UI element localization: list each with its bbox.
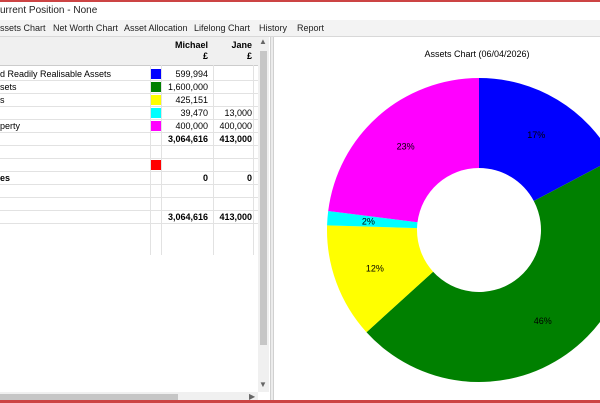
jane-value: 400,000 — [219, 121, 252, 131]
row-label: d Readily Realisable Assets — [0, 69, 112, 79]
color-swatch[interactable] — [151, 95, 161, 105]
color-swatch[interactable] — [151, 160, 161, 170]
table-row[interactable] — [0, 146, 258, 159]
michael-value: 1,600,000 — [167, 82, 208, 92]
table-row[interactable]: s 425,151 — [0, 94, 258, 107]
column-header-michael[interactable]: Michael £ — [162, 40, 208, 62]
color-swatch[interactable] — [151, 108, 161, 118]
table-row[interactable]: perty 400,000 400,000 — [0, 120, 258, 133]
tab-lifelong-chart[interactable]: Lifelong Chart — [194, 23, 250, 33]
table-row[interactable]: es 0 0 — [0, 172, 258, 185]
tab-history[interactable]: History — [259, 23, 287, 33]
michael-value: 599,994 — [175, 69, 208, 79]
row-label: perty — [0, 121, 21, 131]
assets-donut-chart: 17% 46% 12% 2% 23% — [327, 78, 600, 382]
table-row[interactable]: d Readily Realisable Assets 599,994 — [0, 68, 258, 81]
slice-label: 12% — [366, 263, 384, 273]
tab-bar: ssets Chart Net Worth Chart Asset Alloca… — [0, 20, 600, 37]
color-swatch[interactable] — [151, 69, 161, 79]
michael-value: 3,064,616 — [167, 212, 208, 222]
tab-assets-chart[interactable]: ssets Chart — [0, 23, 46, 33]
color-swatch[interactable] — [151, 121, 161, 131]
jane-value: 13,000 — [224, 108, 252, 118]
table-row[interactable]: 3,064,616 413,000 — [0, 211, 258, 224]
vertical-scrollbar[interactable]: ▲ ▼ — [258, 37, 269, 392]
slice-label: 23% — [397, 142, 415, 152]
vertical-scroll-thumb[interactable] — [260, 51, 267, 345]
slice-label: 46% — [534, 316, 552, 326]
row-label: s — [0, 95, 5, 105]
row-label: es — [0, 173, 11, 183]
jane-value: 413,000 — [219, 134, 252, 144]
table-row[interactable] — [0, 185, 258, 198]
table-row[interactable]: 3,064,616 413,000 — [0, 133, 258, 146]
slice-label: 2% — [362, 216, 375, 226]
title-bar: urrent Position - None — [0, 0, 600, 20]
michael-value: 39,470 — [180, 108, 208, 118]
column-header-jane[interactable]: Jane £ — [214, 40, 252, 62]
michael-value: 400,000 — [175, 121, 208, 131]
color-swatch[interactable] — [151, 82, 161, 92]
jane-value: 413,000 — [219, 212, 252, 222]
tab-net-worth-chart[interactable]: Net Worth Chart — [53, 23, 118, 33]
table-row[interactable] — [0, 198, 258, 211]
position-table-pane: Michael £ Jane £ d Readily Realisable As… — [0, 37, 270, 403]
window-title: urrent Position - None — [0, 5, 98, 16]
scroll-up-icon[interactable]: ▲ — [259, 37, 267, 46]
slice-label: 17% — [527, 130, 545, 140]
michael-value: 3,064,616 — [167, 134, 208, 144]
table-row[interactable]: sets 1,600,000 — [0, 81, 258, 94]
tab-asset-allocation[interactable]: Asset Allocation — [124, 23, 188, 33]
table-row[interactable]: 39,470 13,000 — [0, 107, 258, 120]
michael-value: 425,151 — [175, 95, 208, 105]
scroll-down-icon[interactable]: ▼ — [259, 380, 267, 389]
tab-report[interactable]: Report — [297, 23, 324, 33]
michael-value: 0 — [202, 173, 208, 183]
row-label: sets — [0, 82, 17, 92]
table-header: Michael £ Jane £ — [0, 37, 258, 66]
jane-value: 0 — [246, 173, 252, 183]
table-row[interactable] — [0, 159, 258, 172]
chart-pane: Assets Chart (06/04/2026) 17% 46% 12% 2% 23% — [274, 37, 600, 403]
